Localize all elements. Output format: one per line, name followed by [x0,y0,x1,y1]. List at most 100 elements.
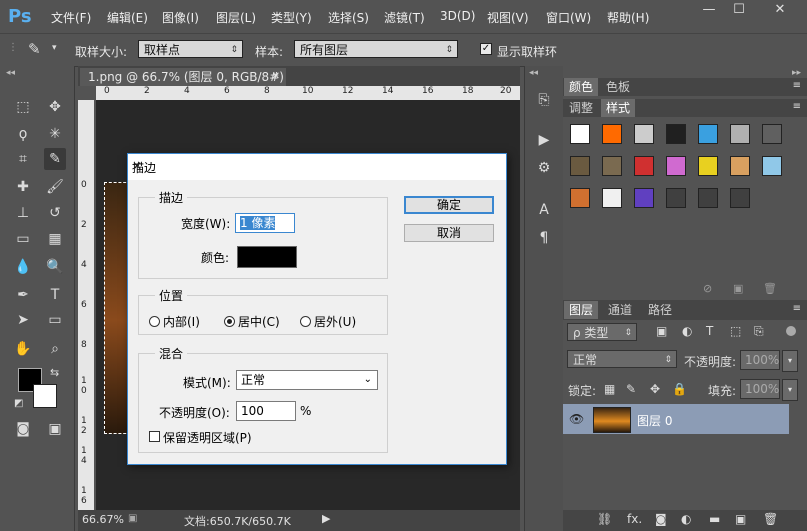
collapse-icon[interactable]: ◂◂ [6,68,15,78]
filter-smart-object-icon[interactable]: ⎘ [754,324,764,339]
eyedropper-tool-icon[interactable]: ✎ [44,148,66,170]
style-swatch[interactable] [602,124,622,144]
eyedropper-tool-preset-icon[interactable]: ✎ [28,40,41,58]
panel-menu-icon[interactable]: ≡ [793,303,801,314]
mask-icon[interactable]: ◙ [655,512,667,526]
lock-position-icon[interactable]: ✥ [650,382,660,396]
close-tab-icon[interactable]: ✕ [272,68,280,86]
style-swatch[interactable] [698,156,718,176]
filter-adjustment-icon[interactable]: ◐ [682,324,692,338]
panel-menu-icon[interactable]: ≡ [793,80,801,91]
position-center-radio[interactable] [224,316,235,327]
menu-image[interactable]: 图像(I) [162,9,199,26]
status-menu-icon[interactable]: ▶ [322,512,330,525]
filter-shape-icon[interactable]: ⬚ [730,324,741,338]
tab-adjustments[interactable]: 调整 [564,99,598,117]
zoom-level[interactable]: 66.67% [82,513,124,526]
tab-swatches[interactable]: 色板 [601,78,635,96]
style-swatch[interactable] [730,188,750,208]
style-swatch[interactable] [634,124,654,144]
pen-tool-icon[interactable]: ✒ [12,284,34,306]
link-icon[interactable]: ⛓ [597,512,612,526]
fx-icon[interactable]: fx. [627,512,642,526]
zoom-tool-icon[interactable]: ⌕ [44,338,66,360]
menu-filter[interactable]: 滤镜(T) [384,9,425,26]
position-outside-radio[interactable] [300,316,311,327]
rectangle-tool-icon[interactable]: ▭ [44,309,66,331]
marquee-tool-icon[interactable]: ⬚ [12,96,34,118]
style-swatch[interactable] [666,124,686,144]
style-swatch[interactable] [698,188,718,208]
ok-button[interactable]: 确定 [404,196,494,214]
lasso-tool-icon[interactable]: ϙ [12,123,34,145]
chevron-down-icon[interactable]: ▾ [782,350,798,372]
layer-fill-input[interactable]: 100% [740,379,780,399]
default-colors-icon[interactable]: ◩ [14,398,23,409]
brush-tool-icon[interactable]: 🖌 [44,176,66,198]
style-swatch[interactable] [698,124,718,144]
maximize-button[interactable]: ☐ [724,0,754,20]
position-inside-radio[interactable] [149,316,160,327]
filter-type-icon[interactable]: T [706,324,713,338]
eye-icon[interactable]: 👁 [569,412,584,426]
paragraph-panel-icon[interactable]: ¶ [533,230,555,250]
new-style-icon[interactable]: ▣ [733,282,743,295]
healing-brush-tool-icon[interactable]: ✚ [12,176,34,198]
style-swatch[interactable] [602,156,622,176]
opacity-input[interactable]: 100 [236,401,296,421]
position-center-label[interactable]: 居中(C) [238,313,280,330]
close-icon[interactable]: ✕ [132,159,498,173]
layer-row[interactable]: 👁 图层 0 [563,404,789,434]
adjustment-icon[interactable]: ◐ [681,512,691,526]
chevron-down-icon[interactable]: ▾ [52,43,57,53]
properties-panel-icon[interactable]: ⚙ [533,160,555,180]
dodge-tool-icon[interactable]: 🔍 [44,256,66,278]
menu-view[interactable]: 视图(V) [487,9,529,26]
delete-style-icon[interactable]: 🗑 [763,282,777,295]
blur-tool-icon[interactable]: 💧 [12,256,34,278]
style-swatch[interactable] [730,156,750,176]
lock-image-icon[interactable]: ✎ [626,382,636,396]
style-swatch[interactable] [634,156,654,176]
stroke-color-swatch[interactable] [237,246,297,268]
panel-menu-icon[interactable]: ≡ [793,101,801,112]
mode-select[interactable]: 正常 ⌄ [236,370,378,390]
layer-name[interactable]: 图层 0 [637,412,672,429]
chevron-down-icon[interactable]: ▾ [782,379,798,401]
actions-panel-icon[interactable]: ▶ [533,132,555,152]
swap-colors-icon[interactable]: ⇆ [50,366,59,379]
path-selection-tool-icon[interactable]: ➤ [12,309,34,331]
new-layer-icon[interactable]: ▣ [735,512,746,526]
style-swatch[interactable] [634,188,654,208]
magic-wand-tool-icon[interactable]: ✳ [44,123,66,145]
filter-toggle-icon[interactable] [786,326,796,336]
crop-tool-icon[interactable]: ⌗ [12,148,34,170]
layer-opacity-input[interactable]: 100% [740,350,780,370]
hand-tool-icon[interactable]: ✋ [12,338,34,360]
tab-layers[interactable]: 图层 [564,301,599,319]
history-panel-icon[interactable]: ⎘ [533,92,555,112]
expand-icon[interactable]: ◂◂ [529,68,538,78]
close-window-button[interactable]: ✕ [760,0,800,20]
history-brush-tool-icon[interactable]: ↺ [44,202,66,224]
tab-channels[interactable]: 通道 [603,301,637,319]
group-icon[interactable]: ▬ [709,512,720,526]
menu-3d[interactable]: 3D(D) [440,9,475,23]
style-swatch[interactable] [762,156,782,176]
clear-style-icon[interactable]: ⊘ [703,282,712,295]
style-swatch[interactable] [570,156,590,176]
menu-window[interactable]: 窗口(W) [546,9,591,26]
menu-type[interactable]: 类型(Y) [271,9,312,26]
preserve-transparency-checkbox[interactable] [149,431,160,442]
move-tool-icon[interactable]: ✥ [44,96,66,118]
collapse-panels-icon[interactable]: ▸▸ [792,68,801,78]
layer-kind-filter[interactable]: ρ 类型 ⇕ [567,323,637,341]
quick-mask-icon[interactable]: ◙ [12,418,34,440]
menu-select[interactable]: 选择(S) [328,9,369,26]
delete-icon[interactable]: 🗑 [763,512,778,526]
blend-mode-select[interactable]: 正常 ⇕ [567,350,677,368]
style-swatch[interactable] [570,188,590,208]
lock-all-icon[interactable]: 🔒 [672,382,687,396]
show-ring-checkbox[interactable]: ✓ [480,43,492,55]
style-swatch[interactable] [666,188,686,208]
